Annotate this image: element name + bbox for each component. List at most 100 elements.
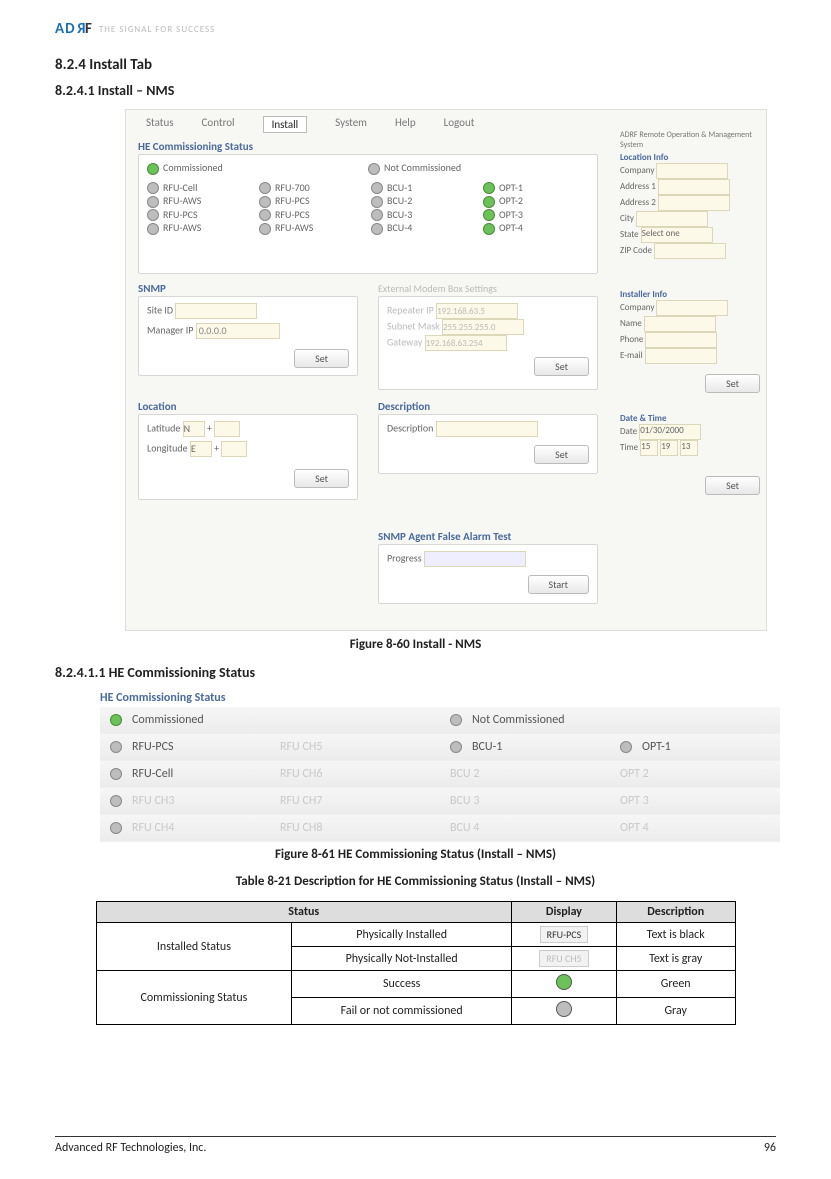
addr2-label: Address 2 (620, 197, 656, 208)
table-row: RFU-CellRFU CH6BCU 2OPT 2 (100, 761, 780, 788)
tab-logout[interactable]: Logout (444, 116, 475, 133)
inst-company-input[interactable] (656, 300, 728, 316)
lat-dir-select[interactable]: N (183, 421, 205, 437)
loc-info-label: Location Info (620, 152, 760, 163)
logo-icon: ADRF (55, 20, 93, 38)
snmp-siteid-input[interactable] (175, 303, 257, 319)
inst-email-input[interactable] (645, 348, 717, 364)
cell-text: RFU-Cell (132, 767, 173, 781)
snmp-set-button[interactable]: Set (294, 349, 349, 368)
subnet-input[interactable]: 255.255.255.0 (442, 319, 524, 335)
status-dot-icon (147, 223, 159, 235)
lon-label: Longitude (147, 441, 188, 454)
cell-text: RFU CH3 (132, 794, 174, 808)
addr1-input[interactable] (658, 179, 730, 195)
status-dot-icon (371, 209, 383, 221)
grid-cell: OPT-1 (499, 181, 523, 194)
table-cell: RFU CH3 (100, 794, 270, 808)
status-dot-icon (450, 741, 462, 753)
lon-dir-select[interactable]: E (190, 441, 212, 457)
loc-set-button[interactable]: Set (294, 469, 349, 488)
gray-circle-icon (556, 1001, 572, 1017)
status-dot-icon (110, 741, 122, 753)
date-input[interactable]: 01/30/2000 (639, 424, 701, 440)
time-h-select[interactable]: 15 (640, 440, 658, 456)
grid-cell: OPT-2 (499, 194, 523, 207)
th-description: Description (616, 902, 735, 923)
lon-input[interactable] (221, 441, 247, 457)
inst-email-label: E-mail (620, 350, 643, 361)
status-dot-icon (371, 182, 383, 194)
tab-install[interactable]: Install (263, 116, 308, 133)
footer-page: 96 (764, 1141, 776, 1155)
tab-status[interactable]: Status (146, 116, 174, 133)
snmp-label: SNMP (138, 282, 166, 295)
dt-set-button[interactable]: Set (705, 476, 760, 495)
desc-input[interactable] (436, 421, 538, 437)
status-dot-icon (371, 196, 383, 208)
table-cell: OPT 4 (610, 821, 780, 835)
cell-text: BCU-1 (472, 740, 502, 754)
grid-cell: OPT-4 (499, 221, 523, 234)
table-cell: OPT 2 (610, 767, 780, 781)
subnet-label: Subnet Mask (387, 319, 440, 332)
grid-cell: RFU-700 (275, 181, 310, 194)
company-label: Company (620, 165, 654, 176)
commissioned-label: Commissioned (132, 713, 204, 727)
start-button[interactable]: Start (528, 575, 589, 594)
tab-help[interactable]: Help (395, 116, 416, 133)
gateway-input[interactable]: 192.168.63.254 (425, 335, 507, 351)
row-sub: Success (292, 971, 512, 998)
city-input[interactable] (636, 211, 708, 227)
fig61-title: HE Commissioning Status (100, 691, 780, 705)
inst-phone-input[interactable] (645, 332, 717, 348)
zip-input[interactable] (654, 243, 726, 259)
company-input[interactable] (656, 163, 728, 179)
table-row: RFU CH4RFU CH8BCU 4OPT 4 (100, 815, 780, 842)
cell-text: RFU-PCS (132, 740, 174, 754)
snmp-mgrip-input[interactable]: 0.0.0.0 (196, 323, 280, 339)
time-s-select[interactable]: 13 (680, 440, 698, 456)
repip-label: Repeater IP (387, 303, 434, 316)
snmp-siteid-label: Site ID (147, 303, 173, 316)
grid-cell: RFU-AWS (275, 221, 313, 234)
ext-set-button[interactable]: Set (534, 357, 589, 376)
lat-input[interactable] (214, 421, 240, 437)
table-cell: RFU CH7 (270, 794, 440, 808)
desc-set-button[interactable]: Set (534, 445, 589, 464)
grid-cell: RFU-AWS (163, 194, 201, 207)
table-row: RFU-PCSRFU CH5BCU-1OPT-1 (100, 734, 780, 761)
state-select[interactable]: Select one (641, 227, 713, 243)
cell-text: RFU CH8 (280, 821, 322, 835)
table-cell: RFU-PCS (100, 740, 270, 754)
time-m-select[interactable]: 19 (660, 440, 678, 456)
grid-cell: RFU-PCS (275, 194, 310, 207)
cell-text: OPT-1 (642, 740, 671, 754)
status-dot-icon (371, 223, 383, 235)
state-label: State (620, 229, 639, 240)
grid-cell: BCU-3 (387, 208, 412, 221)
status-dot-icon (110, 795, 122, 807)
right-title: ADRF Remote Operation & Management Syste… (620, 130, 760, 150)
tab-system[interactable]: System (335, 116, 367, 133)
grid-cell: RFU-PCS (163, 208, 198, 221)
status-dot-icon (110, 714, 122, 726)
status-dot-icon (450, 714, 462, 726)
not-commissioned-label: Not Commissioned (384, 161, 461, 174)
snmp-mgrip-label: Manager IP (147, 323, 193, 336)
tab-control[interactable]: Control (202, 116, 235, 133)
inst-set-button[interactable]: Set (705, 374, 760, 393)
repip-input[interactable]: 192.168.63.5 (436, 303, 518, 319)
zip-label: ZIP Code (620, 245, 652, 256)
gateway-label: Gateway (387, 335, 422, 348)
addr2-input[interactable] (658, 195, 730, 211)
th-status: Status (96, 902, 512, 923)
page-footer: Advanced RF Technologies, Inc. 96 (55, 1136, 776, 1155)
inst-company-label: Company (620, 302, 654, 313)
city-label: City (620, 213, 634, 224)
inst-name-input[interactable] (644, 316, 716, 332)
display-rfu-pcs: RFU-PCS (540, 926, 589, 943)
row-commissioning-status: Commissioning Status (96, 971, 292, 1025)
status-dot-icon (483, 209, 495, 221)
cell-text: BCU 3 (450, 794, 479, 808)
